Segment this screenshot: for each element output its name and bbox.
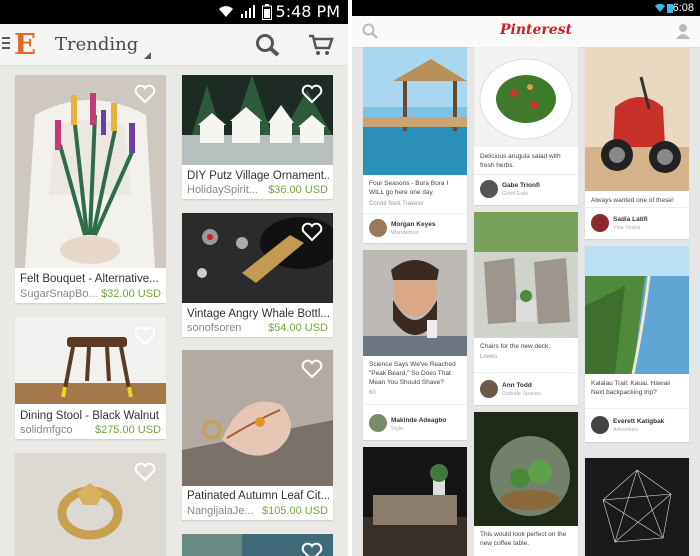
avatar[interactable]	[369, 219, 387, 237]
pinterest-app-screen: 6:08 Pinterest Four Seasons - Bora Bora …	[352, 0, 700, 556]
etsy-app-screen: 5:48 PM E Trending Felt Bouquet - Altern…	[0, 0, 348, 556]
pin-image	[474, 212, 578, 338]
favorite-heart-icon[interactable]	[134, 84, 156, 104]
pin-card[interactable]	[585, 458, 689, 556]
avatar[interactable]	[480, 180, 498, 198]
pinner-name[interactable]: Sadia Latifi	[613, 216, 648, 223]
shop-name[interactable]: solidmfgco	[20, 424, 73, 436]
board-name[interactable]: Good Eats	[502, 191, 528, 197]
pinner-name[interactable]: Morgan Keyes	[391, 221, 435, 228]
listing-card[interactable]: Vintage Angry Whale Bottl... sonofsoren …	[182, 213, 333, 337]
avatar[interactable]	[591, 416, 609, 434]
listing-title[interactable]: Patinated Autumn Leaf Cit...	[187, 490, 329, 502]
pinner-name[interactable]: Ann Todd	[502, 382, 532, 389]
pin-card[interactable]: Always wanted one of these! Sadia Latifi…	[585, 47, 689, 239]
listing-card[interactable]	[182, 534, 333, 556]
listing-price: $275.00 USD	[94, 424, 161, 436]
pin-image	[363, 47, 467, 175]
status-time: 5:48 PM	[275, 2, 340, 21]
pin-source[interactable]: Lowes	[480, 354, 497, 360]
profile-icon[interactable]	[676, 23, 690, 39]
pinterest-app-bar: Pinterest	[352, 16, 700, 48]
pin-image	[363, 250, 467, 356]
listing-price: $54.00 USD	[268, 322, 328, 334]
pin-description: This would look perfect on the new coffe…	[480, 531, 567, 547]
board-name[interactable]: Style	[391, 426, 403, 432]
pin-description: Four Seasons - Bora Bora I WILL go here …	[369, 180, 449, 196]
pin-image	[585, 458, 689, 556]
pin-card[interactable]: Kalalau Trail: Kauai, Hawaii Next backpa…	[585, 246, 689, 442]
pin-card[interactable]: Chairs for the new deck. Lowes Ann Todd …	[474, 212, 578, 405]
status-time: 6:08	[672, 2, 694, 14]
listing-title[interactable]: Vintage Angry Whale Bottl...	[187, 308, 329, 320]
shop-name[interactable]: HolidaySpirit...	[187, 184, 258, 196]
search-icon[interactable]	[362, 23, 378, 39]
dropdown-caret-icon[interactable]	[144, 52, 151, 59]
shop-name[interactable]: NangijalaJe...	[187, 505, 254, 517]
pin-card[interactable]: Delicious arugula salad with fresh herbs…	[474, 47, 578, 205]
listing-card[interactable]: Patinated Autumn Leaf Cit... NangijalaJe…	[182, 350, 333, 520]
listing-title[interactable]: Dining Stool - Black Walnut	[20, 410, 162, 422]
wifi-icon	[655, 3, 665, 13]
shop-name[interactable]: SugarSnapBo...	[20, 288, 98, 300]
pinner-name[interactable]: Gabe Trionfi	[502, 182, 540, 189]
pin-image	[585, 47, 689, 191]
avatar[interactable]	[369, 414, 387, 432]
pin-description: Delicious arugula salad with fresh herbs…	[480, 153, 561, 169]
favorite-heart-icon[interactable]	[134, 462, 156, 482]
pin-card[interactable]: Science Says We've Reached "Peak Beard,"…	[363, 250, 467, 440]
battery-icon	[262, 4, 272, 20]
menu-icon[interactable]	[2, 37, 10, 51]
avatar[interactable]	[480, 380, 498, 398]
pin-image	[474, 412, 578, 526]
pin-image	[585, 246, 689, 374]
pin-description: Always wanted one of these!	[591, 197, 674, 204]
cart-icon[interactable]	[308, 33, 334, 57]
listing-card[interactable]: Felt Bouquet - Alternative... SugarSnapB…	[15, 75, 166, 303]
pin-image	[363, 447, 467, 556]
pin-description: Kalalau Trail: Kauai, Hawaii Next backpa…	[591, 380, 671, 396]
board-name[interactable]: Wanderlust	[391, 230, 419, 236]
pin-card[interactable]: Four Seasons - Bora Bora I WILL go here …	[363, 47, 467, 243]
pin-stats: 60	[369, 390, 376, 396]
pin-image	[474, 47, 578, 147]
avatar[interactable]	[591, 214, 609, 232]
pin-description: Science Says We've Reached "Peak Beard,"…	[369, 361, 456, 386]
etsy-logo[interactable]: E	[14, 27, 36, 61]
favorite-heart-icon[interactable]	[134, 326, 156, 346]
pin-description: Chairs for the new deck.	[480, 343, 551, 350]
status-bar: 5:48 PM	[0, 0, 348, 24]
status-bar: 6:08	[352, 0, 700, 16]
listing-price: $36.00 USD	[268, 184, 328, 196]
listing-card[interactable]: DIY Putz Village Ornament... HolidaySpir…	[182, 75, 333, 199]
listing-price: $32.00 USD	[101, 288, 161, 300]
wifi-icon	[219, 6, 233, 17]
pinner-name[interactable]: Everett Katigbak	[613, 418, 664, 425]
pin-source[interactable]: Condé Nast Traveler	[369, 201, 424, 207]
listing-price: $105.00 USD	[261, 505, 328, 517]
board-name[interactable]: Outside Spaces	[502, 391, 541, 397]
pin-card[interactable]: This would look perfect on the new coffe…	[474, 412, 578, 556]
etsy-app-bar: E Trending	[0, 24, 348, 66]
favorite-heart-icon[interactable]	[301, 222, 323, 242]
listing-title[interactable]: Felt Bouquet - Alternative...	[20, 273, 162, 285]
page-title[interactable]: Trending	[55, 34, 138, 55]
favorite-heart-icon[interactable]	[301, 542, 323, 556]
pinner-name[interactable]: Makinde Adeagbo	[391, 417, 446, 424]
pin-card[interactable]	[363, 447, 467, 556]
board-name[interactable]: Viva Vespa	[613, 225, 640, 231]
shop-name[interactable]: sonofsoren	[187, 322, 241, 334]
listing-card[interactable]: Dining Stool - Black Walnut solidmfgco $…	[15, 317, 166, 439]
listing-title[interactable]: DIY Putz Village Ornament...	[187, 170, 329, 182]
listing-card[interactable]	[15, 453, 166, 556]
signal-icon	[241, 5, 255, 18]
search-icon[interactable]	[255, 33, 281, 57]
board-name[interactable]: Adventure	[613, 427, 638, 433]
favorite-heart-icon[interactable]	[301, 84, 323, 104]
favorite-heart-icon[interactable]	[301, 359, 323, 379]
pinterest-logo[interactable]: Pinterest	[500, 22, 572, 38]
